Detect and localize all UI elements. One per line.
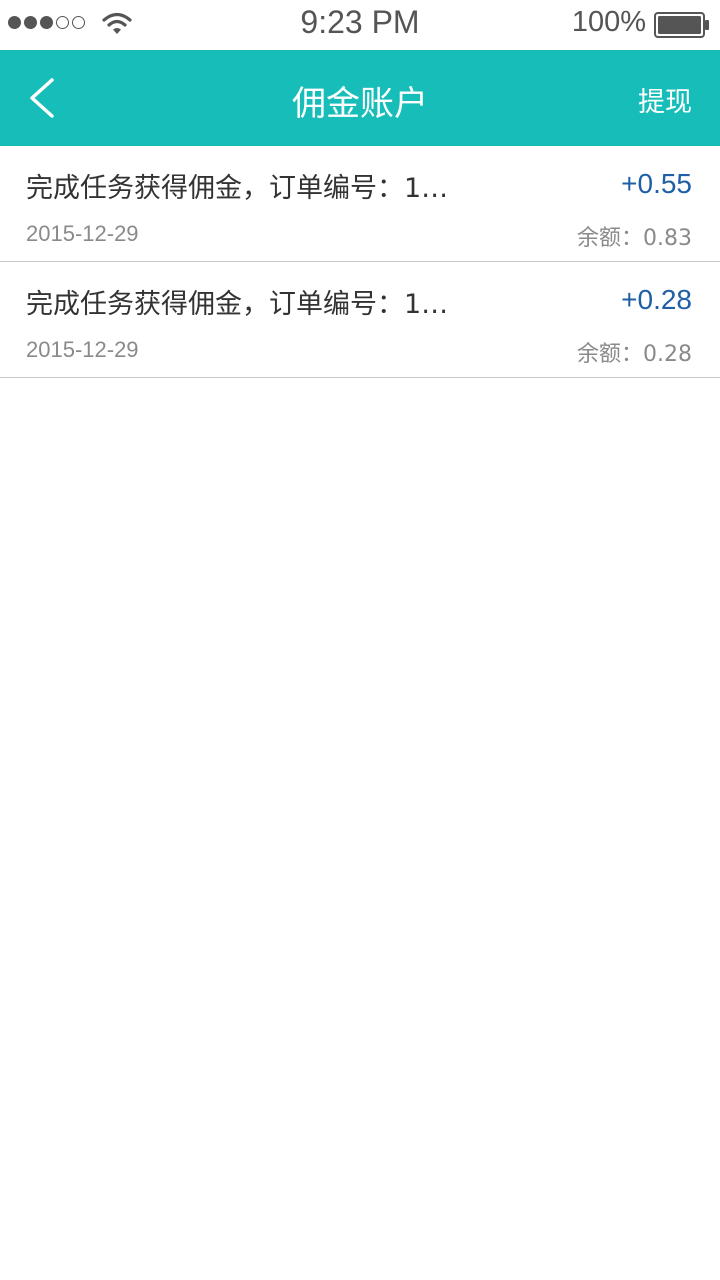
record-date: 2015-12-29 xyxy=(26,337,139,362)
battery-percent: 100% xyxy=(571,6,646,38)
record-balance: 余额：0.28 xyxy=(577,342,692,367)
commission-account-screen: 9:23 PM 100% 佣金账户 提现 完成任务获得佣金，订单编号：1… +0… xyxy=(0,0,720,1280)
record-description: 完成任务获得佣金，订单编号：1… xyxy=(26,173,449,204)
record-balance: 余额：0.83 xyxy=(577,226,692,251)
record-date: 2015-12-29 xyxy=(26,221,139,246)
nav-bar: 佣金账户 提现 xyxy=(0,50,720,146)
commission-records-list: 完成任务获得佣金，订单编号：1… +0.55 2015-12-29 余额：0.8… xyxy=(0,146,720,378)
record-amount: +0.55 xyxy=(621,168,692,199)
record-description: 完成任务获得佣金，订单编号：1… xyxy=(26,289,449,320)
page-title: 佣金账户 xyxy=(292,84,428,124)
withdraw-button[interactable]: 提现 xyxy=(638,80,692,119)
battery-full-icon xyxy=(654,12,709,38)
record-amount: +0.28 xyxy=(621,284,692,315)
chevron-left-icon xyxy=(30,78,54,118)
status-bar: 9:23 PM 100% xyxy=(0,0,720,50)
list-item[interactable]: 完成任务获得佣金，订单编号：1… +0.55 2015-12-29 余额：0.8… xyxy=(0,146,720,262)
list-item[interactable]: 完成任务获得佣金，订单编号：1… +0.28 2015-12-29 余额：0.2… xyxy=(0,262,720,378)
back-button[interactable] xyxy=(22,76,66,120)
